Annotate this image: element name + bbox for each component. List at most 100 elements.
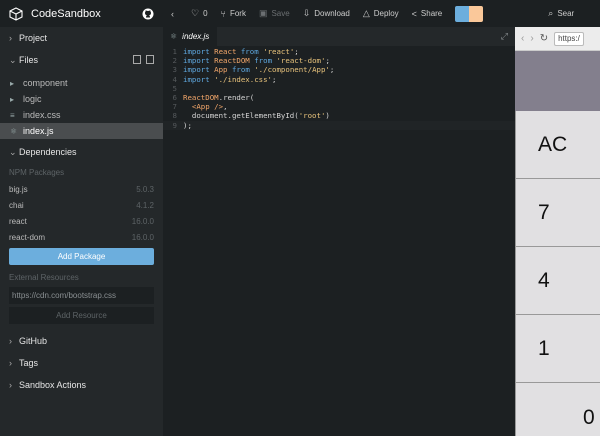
dep-name: react: [9, 216, 27, 226]
external-resources-label: External Resources: [9, 272, 79, 282]
add-resource-button[interactable]: Add Resource: [9, 307, 154, 324]
download-label: Download: [314, 9, 350, 18]
fork-button[interactable]: ⑂ Fork: [221, 9, 246, 19]
share-label: Share: [420, 9, 443, 18]
save-icon: ▣: [258, 8, 268, 18]
js-file-icon: ⚛: [10, 126, 18, 136]
dep-name: big.js: [9, 184, 28, 194]
url-input[interactable]: https:/: [554, 31, 585, 46]
new-file-icon[interactable]: [133, 55, 141, 64]
tags-section[interactable]: › Tags: [0, 352, 163, 374]
code-line: 5: [172, 83, 177, 93]
dependency-item[interactable]: chai 4.1.2: [0, 197, 163, 213]
deploy-triangle-icon: △: [362, 8, 370, 18]
back-arrow-icon[interactable]: ‹: [521, 33, 524, 44]
dep-name: react-dom: [9, 232, 46, 242]
search-label: Sear: [557, 9, 575, 18]
codesandbox-app: CodeSandbox › Project ⌄ Files ▸ componen…: [0, 0, 600, 436]
react-file-icon: ⚛: [170, 32, 178, 41]
forward-arrow-icon[interactable]: ›: [530, 33, 533, 44]
search-button[interactable]: ⌕ Sear: [548, 8, 574, 19]
code-line: 3 import App from './component/App';: [172, 65, 335, 75]
download-button[interactable]: ⇩ Download: [303, 8, 350, 19]
file-item-component[interactable]: ▸ component: [0, 75, 163, 91]
sandbox-actions-section[interactable]: › Sandbox Actions: [0, 374, 163, 396]
fork-label: Fork: [229, 9, 246, 18]
code-line: 2 import ReactDOM from 'react-dom';: [172, 56, 330, 66]
top-toolbar: ‹ ♡ 0 ⑂ Fork ▣ Save ⇩ Download △ Deploy …: [163, 0, 600, 27]
calculator-keypad: AC 7 4 1 0: [515, 111, 600, 436]
brand-bar: CodeSandbox: [0, 0, 163, 27]
sandbox-actions-label: Sandbox Actions: [19, 380, 87, 390]
brand-title: CodeSandbox: [31, 7, 101, 20]
like-button[interactable]: ♡ 0: [191, 8, 208, 19]
collapse-sidebar-button[interactable]: ‹: [171, 9, 178, 19]
files-section[interactable]: ⌄ Files: [0, 49, 163, 71]
chevron-right-icon: ›: [9, 380, 12, 390]
share-button[interactable]: < Share: [412, 9, 443, 19]
project-section[interactable]: › Project: [0, 27, 163, 49]
chevron-right-icon: ›: [9, 358, 12, 368]
npm-packages-label: NPM Packages: [9, 167, 65, 177]
github-section[interactable]: › GitHub: [0, 330, 163, 352]
dependency-item[interactable]: react 16.0.0: [0, 213, 163, 229]
file-item-index-css[interactable]: ≡ index.css: [0, 107, 163, 123]
github-icon[interactable]: [142, 8, 154, 20]
view-mode-toggle[interactable]: [455, 5, 484, 22]
dep-name: chai: [9, 200, 24, 210]
search-icon: ⌕: [548, 8, 554, 18]
dependencies-section[interactable]: ⌄ Dependencies: [0, 141, 163, 163]
code-line: 1 import React from 'react';: [172, 47, 299, 56]
dependency-item[interactable]: react-dom 16.0.0: [0, 229, 163, 245]
file-name: component: [23, 78, 68, 88]
browser-navbar: ‹ › ↻ https:/: [515, 27, 600, 51]
dep-version: 16.0.0: [131, 216, 154, 226]
key-1[interactable]: 1: [515, 315, 600, 383]
tab-label: index.js: [182, 32, 210, 41]
refresh-icon[interactable]: ↻: [540, 33, 548, 44]
files-label: Files: [19, 55, 39, 65]
code-line: 4 import './index.css';: [172, 74, 277, 84]
code-area[interactable]: 1 import React from 'react'; 2 import Reac…: [163, 46, 515, 130]
file-name: index.js: [23, 126, 54, 136]
project-label: Project: [19, 33, 48, 43]
add-package-button[interactable]: Add Package: [9, 248, 154, 265]
tags-label: Tags: [19, 358, 39, 368]
key-7[interactable]: 7: [515, 179, 600, 247]
file-item-logic[interactable]: ▸ logic: [0, 91, 163, 107]
external-resource-input[interactable]: https://cdn.com/bootstrap.css: [9, 287, 154, 304]
code-line: 8 document.getElementById('root'): [172, 111, 330, 121]
new-folder-icon[interactable]: [146, 55, 154, 64]
save-button[interactable]: ▣ Save: [259, 8, 290, 19]
key-ac[interactable]: AC: [515, 111, 600, 179]
tab-index-js[interactable]: ⚛ index.js: [163, 27, 218, 46]
key-4[interactable]: 4: [515, 247, 600, 315]
dependencies-label: Dependencies: [19, 147, 77, 157]
key-0[interactable]: 0: [515, 383, 600, 436]
code-editor: ⚛ index.js ⤢ 1 import React from 'react';…: [163, 27, 515, 436]
sidebar: CodeSandbox › Project ⌄ Files ▸ componen…: [0, 0, 163, 436]
codesandbox-logo-icon[interactable]: [9, 6, 23, 21]
editor-tabbar: ⚛ index.js ⤢: [163, 27, 515, 46]
folder-icon: ▸: [10, 94, 15, 104]
code-line: 9);: [163, 120, 515, 130]
code-line: 6 ReactDOM.render(: [172, 92, 255, 102]
file-name: logic: [23, 94, 42, 104]
deploy-button[interactable]: △ Deploy: [363, 8, 399, 19]
fork-icon: ⑂: [220, 8, 226, 19]
chevron-down-icon: ⌄: [9, 54, 17, 65]
dep-version: 4.1.2: [136, 200, 154, 210]
share-icon: <: [411, 8, 417, 19]
dependency-item[interactable]: big.js 5.0.3: [0, 181, 163, 197]
heart-icon: ♡: [191, 8, 200, 18]
chevron-left-icon: ‹: [171, 8, 174, 19]
likes-count: 0: [203, 9, 208, 18]
chevron-right-icon: ›: [9, 33, 12, 43]
preview-browser: ‹ › ↻ https:/ AC 7 4 1 0: [515, 27, 600, 436]
css-file-icon: ≡: [10, 110, 15, 120]
calculator-display: [515, 51, 600, 111]
expand-icon[interactable]: ⤢: [501, 31, 508, 42]
file-item-index-js[interactable]: ⚛ index.js: [0, 123, 163, 139]
github-label: GitHub: [19, 336, 48, 346]
deploy-label: Deploy: [373, 9, 399, 18]
